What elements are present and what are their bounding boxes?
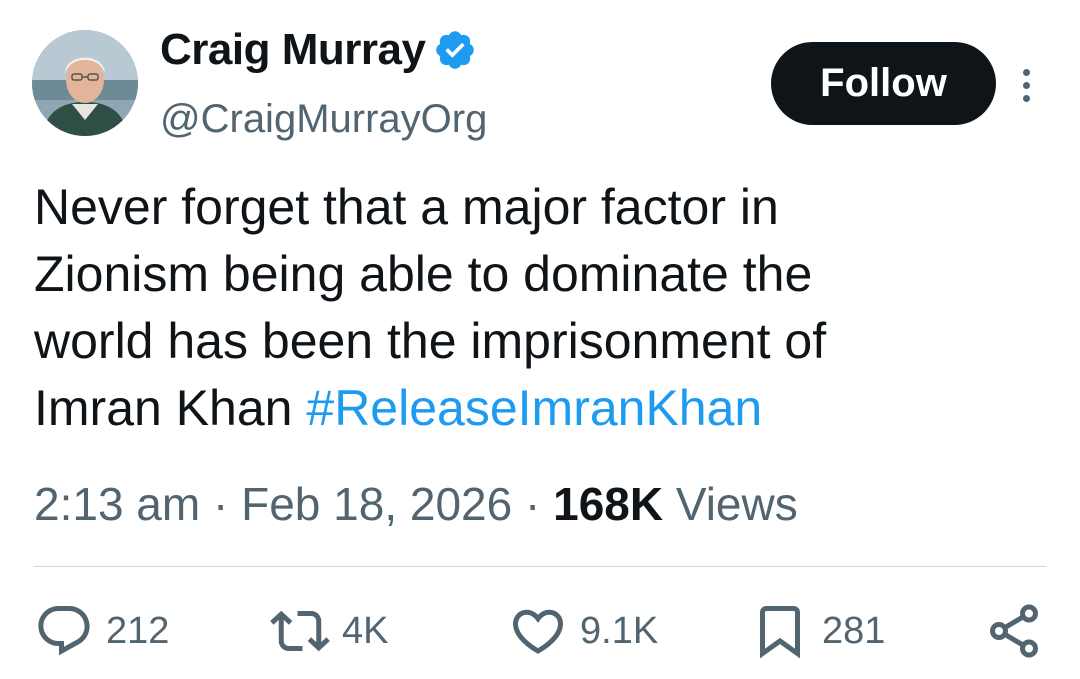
share-button[interactable] [984, 596, 1044, 666]
reply-count: 212 [106, 609, 170, 652]
tweet-date[interactable]: Feb 18, 2026 [241, 478, 512, 530]
bookmark-button[interactable]: 281 [750, 596, 885, 666]
bookmark-count: 281 [822, 609, 886, 652]
action-bar: 212 4K 9.1K 281 [0, 596, 1080, 666]
repost-button[interactable]: 4K [270, 596, 388, 666]
share-icon [990, 604, 1038, 658]
repost-icon [270, 610, 330, 652]
tweet-text-line: Zionism being able to dominate the [34, 246, 813, 302]
tweet-text: Never forget that a major factor in Zion… [34, 174, 1054, 442]
tweet-text-line: Imran Khan [34, 380, 293, 436]
reply-button[interactable]: 212 [34, 596, 169, 666]
avatar-image [32, 30, 138, 136]
tweet-card: Craig Murray @CraigMurrayOrg Follow Neve… [0, 0, 1080, 679]
hashtag-link[interactable]: #ReleaseImranKhan [306, 380, 762, 436]
meta-separator: · [512, 478, 554, 530]
author-handle[interactable]: @CraigMurrayOrg [160, 94, 487, 144]
tweet-text-line: world has been the imprisonment of [34, 313, 827, 369]
author-name-row: Craig Murray [160, 24, 477, 76]
follow-button[interactable]: Follow [771, 42, 996, 125]
repost-count: 4K [342, 609, 389, 652]
like-count: 9.1K [580, 609, 659, 652]
tweet-time[interactable]: 2:13 am [34, 478, 200, 530]
more-options-icon[interactable] [1008, 60, 1044, 110]
heart-icon [512, 609, 564, 654]
bookmark-icon [760, 606, 800, 659]
views-count: 168K [553, 478, 664, 530]
tweet-text-line: Never forget that a major factor in [34, 179, 779, 235]
author-display-name[interactable]: Craig Murray [160, 24, 426, 76]
like-button[interactable]: 9.1K [508, 596, 658, 666]
meta-separator: · [200, 478, 242, 530]
tweet-meta: 2:13 am · Feb 18, 2026 · 168K Views [34, 474, 798, 534]
verified-badge-icon [433, 28, 477, 72]
divider [34, 566, 1046, 567]
reply-icon [38, 606, 90, 656]
avatar[interactable] [32, 30, 138, 136]
views-label: Views [675, 478, 798, 530]
